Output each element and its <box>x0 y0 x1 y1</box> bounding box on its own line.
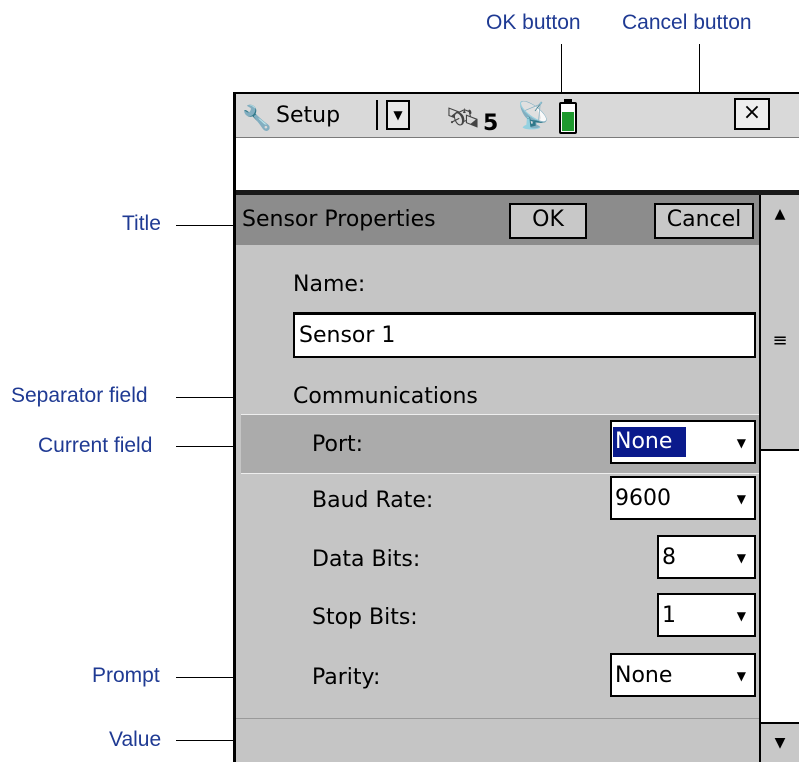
status-area: 🛰 5 📡 <box>431 97 601 137</box>
prompt-callout: Prompt <box>92 664 160 687</box>
parity-prompt: Parity: <box>312 665 381 690</box>
command-bar <box>236 138 799 190</box>
stop-bits-prompt: Stop Bits: <box>312 605 418 630</box>
section-separator: Communications <box>293 384 478 409</box>
ok-button[interactable]: OK <box>509 203 587 239</box>
close-icon[interactable]: × <box>734 98 770 130</box>
bottom-divider <box>236 718 759 719</box>
data-bits-prompt: Data Bits: <box>312 547 421 572</box>
chevron-down-icon: ▼ <box>736 669 746 683</box>
radio-icon[interactable]: 📡 <box>517 101 549 131</box>
battery-level <box>562 112 574 131</box>
port-value: None <box>613 427 687 457</box>
baud-rate-value: 9600 <box>615 486 671 511</box>
device-screen: 🔧 Setup ▼ 🛰 5 📡 × Sensor Properties OK C… <box>233 92 799 762</box>
ok-button-callout: OK button <box>486 11 581 34</box>
name-label: Name: <box>293 272 366 297</box>
scroll-up-icon[interactable]: ▲ <box>761 195 799 235</box>
stop-bits-value: 1 <box>662 603 676 628</box>
setup-menu-label: Setup <box>276 103 341 128</box>
title-leader-line <box>176 225 236 226</box>
scroll-down-icon[interactable]: ▼ <box>761 722 799 762</box>
parity-value: None <box>615 663 673 688</box>
title-callout: Title <box>122 212 161 235</box>
satellite-count: 5 <box>483 111 499 136</box>
data-bits-select[interactable]: 8 ▼ <box>657 535 756 579</box>
current-field-callout: Current field <box>38 434 153 457</box>
menu-divider <box>376 100 378 130</box>
parity-select[interactable]: None ▼ <box>610 653 756 697</box>
baud-rate-prompt: Baud Rate: <box>312 488 434 513</box>
current-leader-line <box>176 446 238 447</box>
battery-icon[interactable] <box>559 99 577 134</box>
cancel-button-callout: Cancel button <box>622 11 752 34</box>
chevron-down-icon: ▼ <box>736 551 746 565</box>
port-prompt: Port: <box>312 432 364 457</box>
value-callout: Value <box>109 728 162 751</box>
setup-menu[interactable]: 🔧 Setup ▼ <box>236 94 416 138</box>
name-field[interactable]: Sensor 1 <box>293 312 756 358</box>
chevron-down-icon[interactable]: ▼ <box>386 100 410 130</box>
port-select[interactable]: None ▼ <box>610 420 756 464</box>
chevron-down-icon: ▼ <box>736 609 746 623</box>
satellite-icon[interactable]: 🛰 <box>445 101 481 134</box>
vertical-scrollbar[interactable]: ▲ ≡ ▼ <box>759 195 799 762</box>
baud-rate-select[interactable]: 9600 ▼ <box>610 476 756 520</box>
page-title: Sensor Properties <box>242 207 436 232</box>
taskbar: 🔧 Setup ▼ 🛰 5 📡 × <box>236 92 799 138</box>
separator-field-callout: Separator field <box>11 384 148 407</box>
scroll-grip-icon[interactable]: ≡ <box>761 233 799 451</box>
data-bits-value: 8 <box>662 545 676 570</box>
chevron-down-icon: ▼ <box>736 436 746 450</box>
stop-bits-select[interactable]: 1 ▼ <box>657 593 756 637</box>
cancel-button[interactable]: Cancel <box>654 203 754 239</box>
chevron-down-icon: ▼ <box>736 492 746 506</box>
wrench-icon: 🔧 <box>242 104 272 132</box>
form-title-bar: Sensor Properties OK Cancel <box>236 195 759 245</box>
